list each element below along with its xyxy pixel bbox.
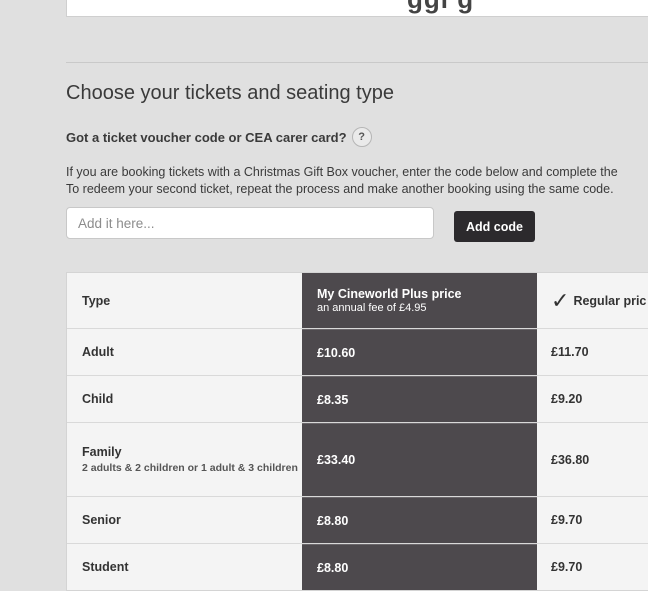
plus-price-column-header: My Cineworld Plus price an annual fee of… — [302, 273, 537, 328]
voucher-code-input[interactable] — [66, 207, 434, 239]
ticket-type-label: Student — [82, 560, 129, 574]
plus-price-cell: £8.80 — [302, 497, 537, 543]
plus-price-subtitle: an annual fee of £4.95 — [317, 302, 427, 314]
previous-section-card: ggi g — [66, 0, 648, 17]
table-row: Child £8.35 £9.20 — [67, 375, 648, 422]
plus-price-cell: £33.40 — [302, 423, 537, 496]
instruction-line-1: If you are booking tickets with a Christ… — [66, 165, 618, 179]
ticket-type-label: Senior — [82, 513, 121, 527]
plus-price-cell: £8.35 — [302, 376, 537, 422]
voucher-question: Got a ticket voucher code or CEA carer c… — [66, 129, 347, 145]
regular-price-cell: £36.80 — [551, 452, 590, 467]
voucher-instructions: If you are booking tickets with a Christ… — [66, 164, 648, 198]
ticket-type-label: Family — [82, 444, 122, 459]
regular-price-cell: £9.70 — [551, 560, 583, 574]
help-icon[interactable]: ? — [351, 127, 372, 147]
section-divider — [66, 62, 648, 63]
ticket-price-table: Type My Cineworld Plus price an annual f… — [66, 272, 648, 591]
regular-price-cell: £11.70 — [551, 345, 589, 359]
section-title: Choose your tickets and seating type — [66, 82, 394, 104]
table-row: Senior £8.80 £9.70 — [67, 496, 648, 543]
regular-price-cell: £9.70 — [551, 513, 583, 527]
table-header-row: Type My Cineworld Plus price an annual f… — [67, 273, 648, 328]
instruction-line-2: To redeem your second ticket, repeat the… — [66, 182, 614, 196]
table-row: Family 2 adults & 2 children or 1 adult … — [67, 422, 648, 496]
regular-price-cell: £9.20 — [551, 392, 583, 406]
ticket-type-cell: Adult — [67, 329, 302, 375]
regular-price-column-header[interactable]: ✓ Regular pric — [537, 273, 648, 328]
regular-price-title: Regular pric — [573, 293, 647, 308]
ticket-type-label: Adult — [82, 345, 114, 359]
ticket-type-label: Child — [82, 392, 114, 406]
ticket-type-cell: Student — [67, 544, 302, 590]
ticket-type-cell: Family 2 adults & 2 children or 1 adult … — [67, 423, 302, 496]
plus-price-cell: £8.80 — [302, 544, 537, 590]
ticket-type-cell: Child — [67, 376, 302, 422]
voucher-question-row: Got a ticket voucher code or CEA carer c… — [66, 127, 372, 147]
ticket-type-cell: Senior — [67, 497, 302, 543]
plus-price-title: My Cineworld Plus price — [317, 287, 462, 301]
ticket-type-description: 2 adults & 2 children or 1 adult & 3 chi… — [82, 461, 298, 474]
add-code-button[interactable]: Add code — [454, 211, 535, 242]
checkmark-icon: ✓ — [551, 287, 570, 313]
table-row: Student £8.80 £9.70 — [67, 543, 648, 590]
previous-section-text: ggi g — [407, 0, 474, 15]
plus-price-cell: £10.60 — [302, 329, 537, 375]
type-column-header: Type — [82, 293, 111, 308]
table-row: Adult £10.60 £11.70 — [67, 328, 648, 375]
